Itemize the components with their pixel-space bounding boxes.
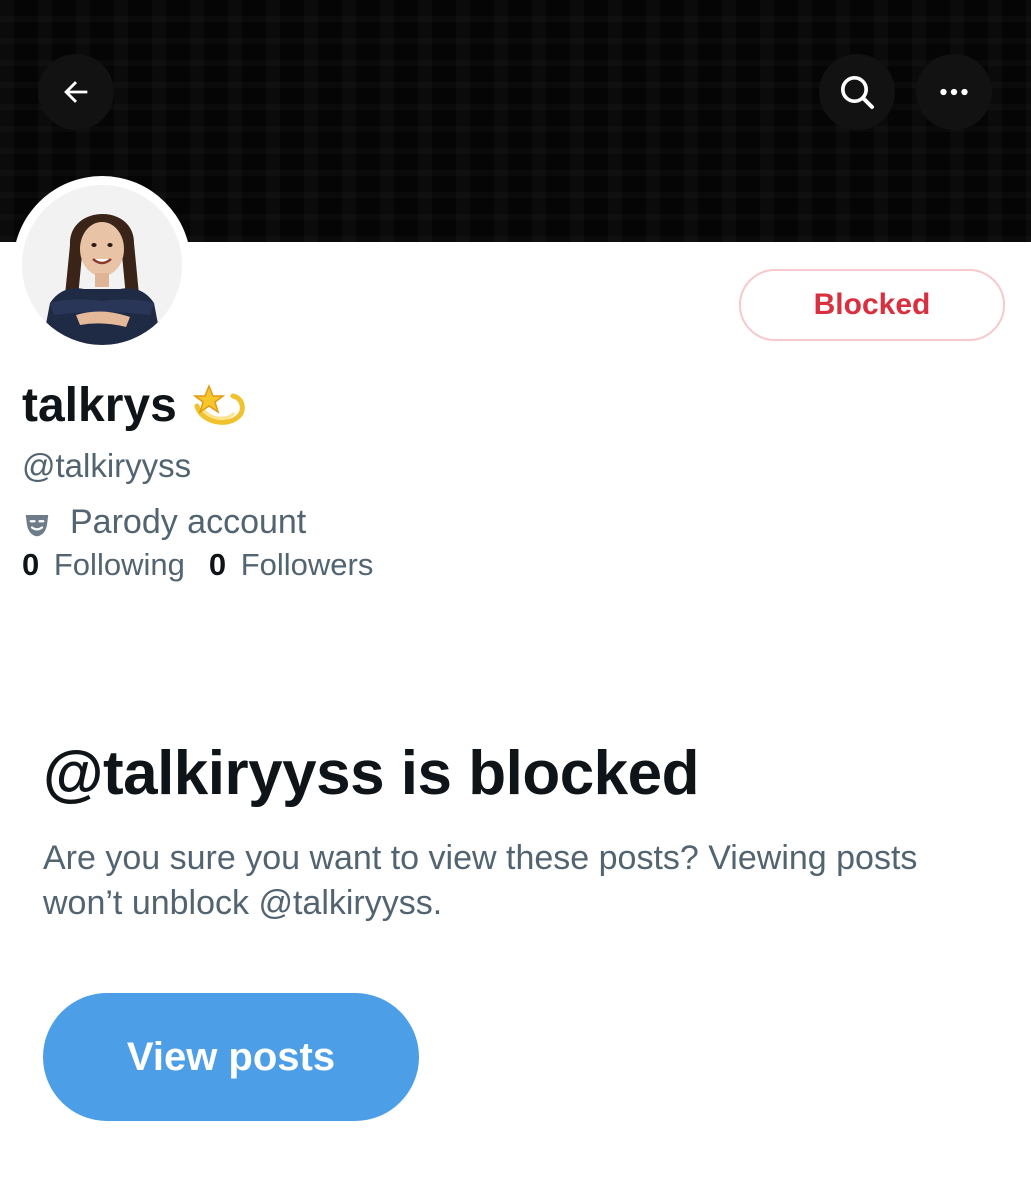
search-icon: [837, 72, 877, 112]
profile-handle: @talkiryyss: [22, 447, 192, 484]
arrow-left-icon: [59, 75, 93, 109]
following-count: 0: [22, 547, 40, 582]
parody-label-text: Parody account: [70, 503, 307, 541]
display-name-text: talkrys: [22, 379, 177, 432]
view-posts-label: View posts: [126, 1034, 336, 1079]
back-button[interactable]: [38, 54, 114, 130]
view-posts-button[interactable]: View posts: [43, 993, 419, 1121]
theater-mask-icon: [22, 507, 52, 537]
blocked-title: @talkiryyss is blocked: [43, 739, 700, 808]
avatar[interactable]: [22, 185, 182, 345]
blocked-description: Are you sure you want to view these post…: [43, 839, 918, 922]
followers-label: Followers: [240, 547, 374, 582]
display-name: talkrys: [22, 376, 249, 436]
more-horizontal-icon: [936, 74, 972, 110]
following-label: Following: [53, 547, 185, 582]
follow-stats: 0 Following 0 Followers: [22, 544, 373, 586]
followers-count: 0: [208, 547, 227, 582]
more-button[interactable]: [916, 54, 992, 130]
followers-link[interactable]: 0 Followers: [209, 544, 374, 586]
blocked-button[interactable]: Blocked: [739, 269, 1005, 341]
avatar-frame[interactable]: [13, 176, 191, 354]
dizzy-icon: [189, 376, 249, 436]
following-link[interactable]: 0 Following: [22, 544, 185, 586]
search-button[interactable]: [819, 54, 895, 130]
parody-label: Parody account: [22, 500, 306, 544]
blocked-button-label: Blocked: [813, 288, 931, 321]
